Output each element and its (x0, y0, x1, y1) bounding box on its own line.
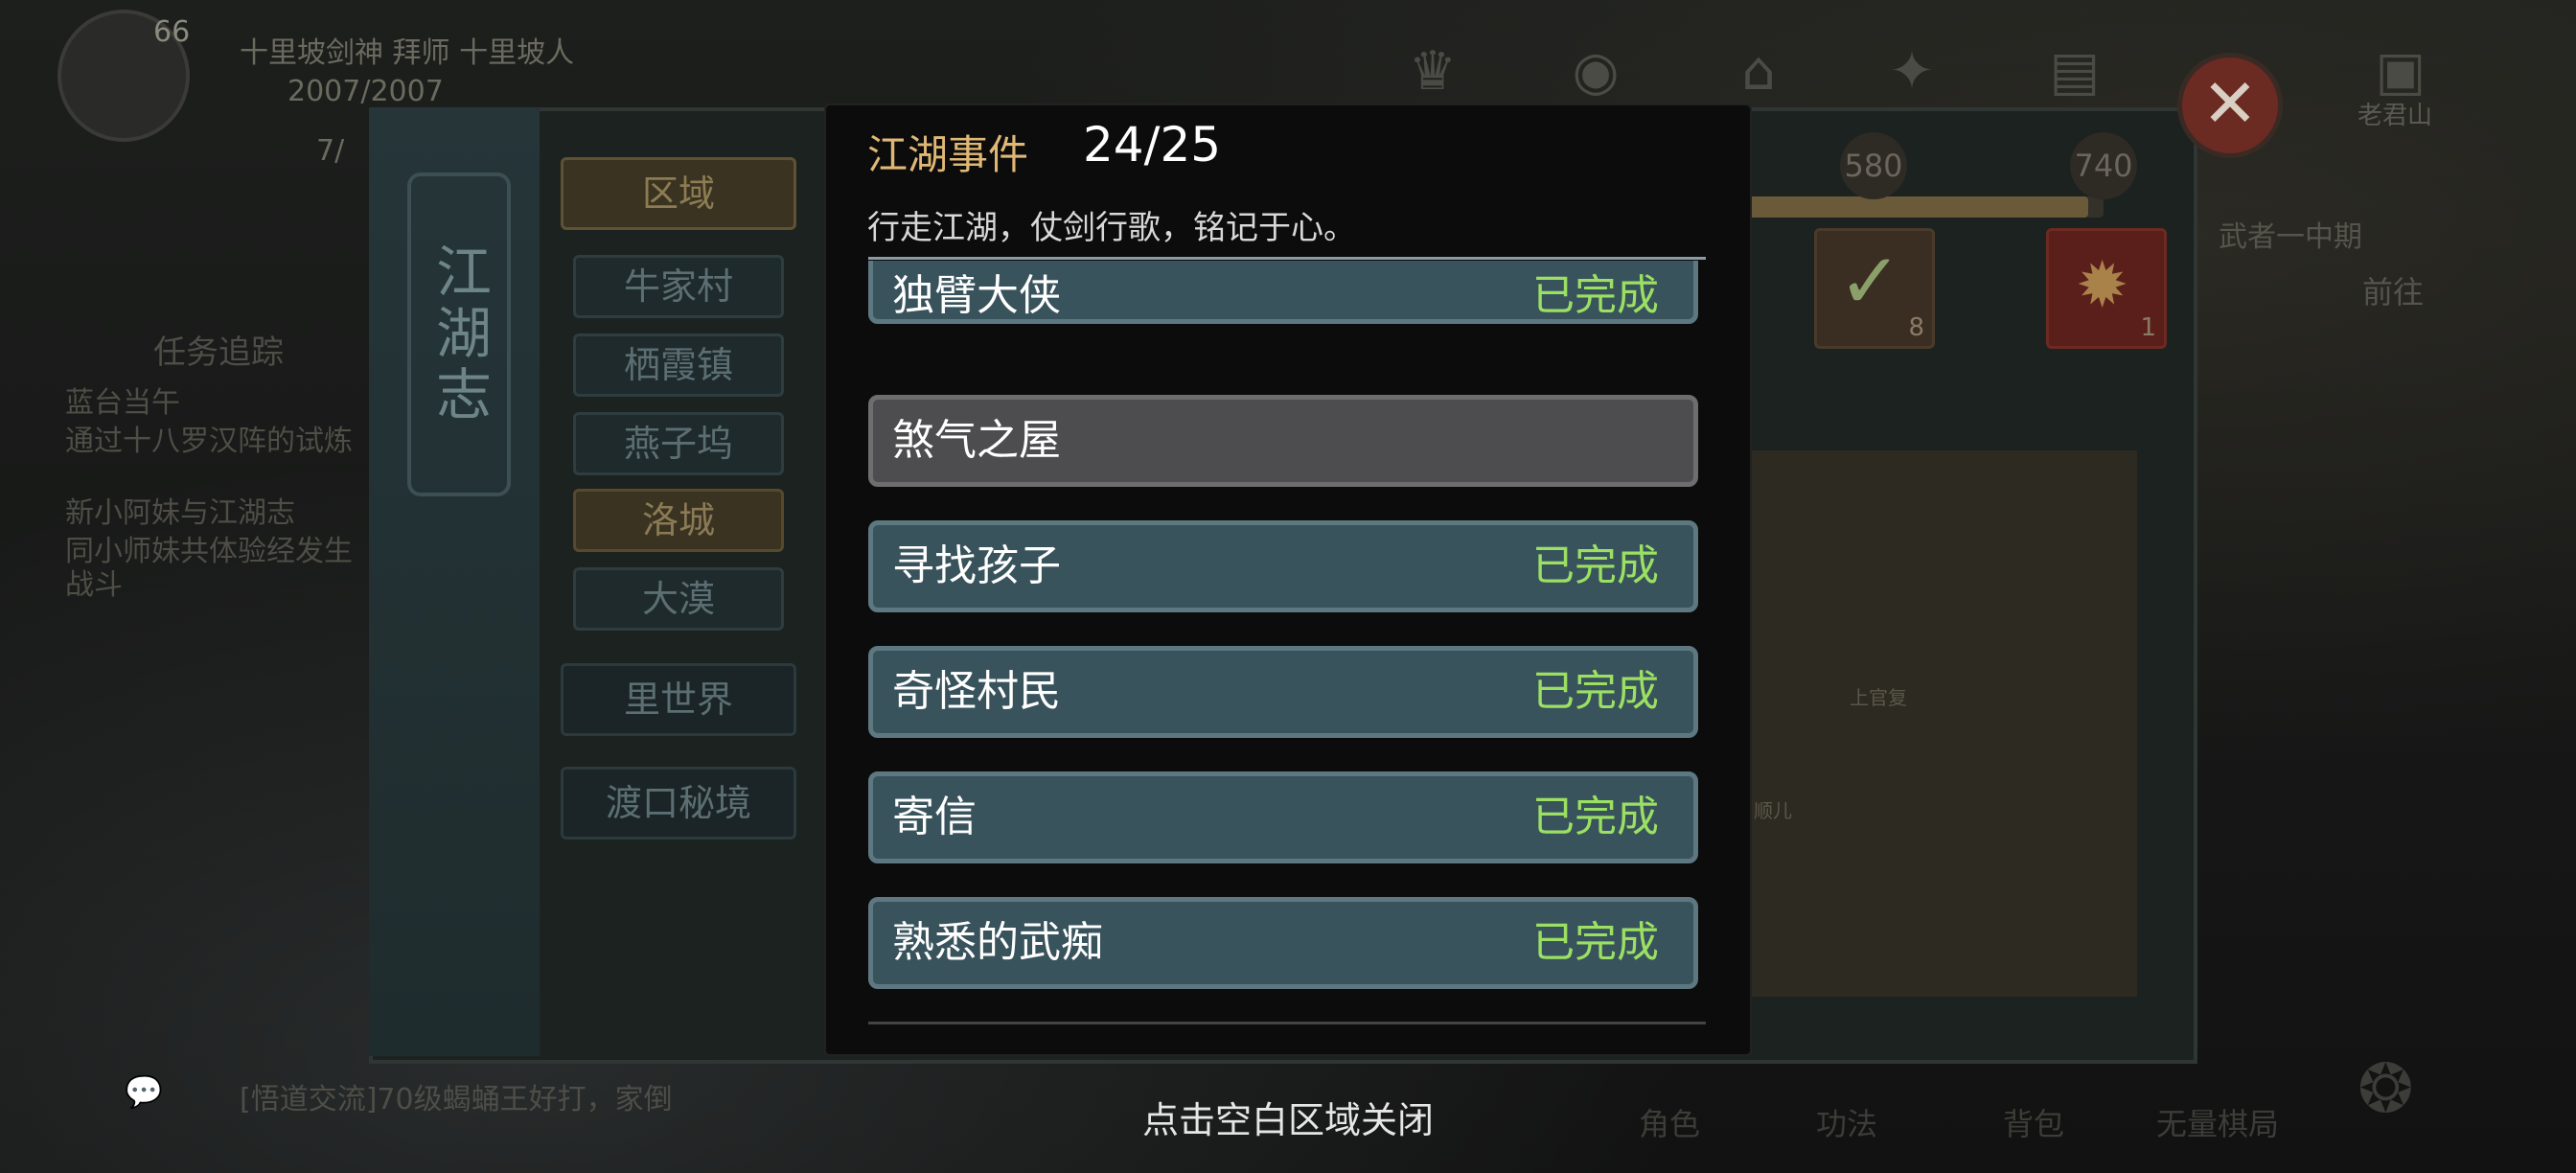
close-hint[interactable]: 点击空白区域关闭 (0, 1091, 2576, 1143)
book-title: 江湖志 (407, 172, 511, 496)
modal-subtitle: 行走江湖，仗剑行歌，铭记于心。 (867, 209, 1356, 247)
reward-count: 8 (1908, 313, 1924, 342)
tab-yanziwu[interactable]: 燕子坞 (573, 412, 784, 475)
ranking-icon[interactable]: ♛ (1399, 38, 1466, 105)
event-status: 已完成 (1532, 271, 1659, 320)
realm-label: 武者一中期 (2219, 220, 2362, 254)
event-item[interactable]: 煞气之屋 (868, 395, 1698, 487)
reward-chest[interactable]: ✹ 1 (2046, 228, 2167, 349)
event-item[interactable]: 寄信 已完成 (868, 771, 1698, 863)
quest-line: 蓝台当午 (65, 386, 180, 420)
medal-icon: ✹ (2076, 248, 2129, 322)
tab-region[interactable]: 区域 (561, 157, 796, 230)
tab-dukou-mijing[interactable]: 渡口秘境 (561, 767, 796, 840)
region-map[interactable] (1706, 450, 2137, 997)
close-book-button[interactable]: ✕ (2177, 53, 2283, 158)
milestone-marker[interactable]: 580 (1840, 132, 1907, 199)
tab-luocheng[interactable]: 洛城 (573, 489, 784, 552)
book-progress-bar (1711, 196, 2104, 218)
player-stat: 7/ (316, 134, 345, 168)
progress-fill (1711, 196, 2088, 218)
tab-damo[interactable]: 大漠 (573, 567, 784, 631)
quest-line: 新小阿妹与江湖志 (65, 496, 295, 530)
player-title: 十里坡剑神 拜师 十里坡人 (240, 36, 575, 70)
guild-icon[interactable]: ✦ (1878, 38, 1945, 105)
event-item[interactable]: 寻找孩子 已完成 (868, 520, 1698, 612)
quest-line: 通过十八罗汉阵的试炼 (65, 425, 353, 458)
event-item[interactable]: 熟悉的武痴 已完成 (868, 897, 1698, 989)
map-location-label: 老君山 (2358, 102, 2433, 130)
tab-niujiacun[interactable]: 牛家村 (573, 255, 784, 318)
check-icon: ✓ (1838, 237, 1903, 326)
event-name: 寄信 (892, 793, 977, 841)
npc-label: 顺儿 (1754, 799, 1792, 822)
event-name: 奇怪村民 (892, 667, 1061, 716)
event-status: 已完成 (1532, 793, 1659, 841)
event-name: 熟悉的武痴 (892, 918, 1103, 967)
event-name: 煞气之屋 (892, 416, 1061, 465)
event-item[interactable]: 独臂大侠 已完成 (868, 261, 1698, 324)
shop-icon[interactable]: ⌂ (1725, 38, 1792, 105)
event-item[interactable]: 奇怪村民 已完成 (868, 646, 1698, 738)
event-status: 已完成 (1532, 541, 1659, 590)
event-list[interactable]: 独臂大侠 已完成 煞气之屋 寻找孩子 已完成 奇怪村民 已完成 寄信 已完成 熟… (862, 261, 1715, 1020)
divider (868, 257, 1706, 260)
event-status: 已完成 (1532, 918, 1659, 967)
close-icon: ✕ (2201, 64, 2259, 143)
player-hp: 2007/2007 (288, 75, 444, 108)
eye-icon[interactable]: ◉ (1562, 38, 1629, 105)
event-status: 已完成 (1532, 667, 1659, 716)
event-name: 寻找孩子 (892, 541, 1061, 590)
milestone-marker[interactable]: 740 (2070, 132, 2137, 199)
reward-chest-claimed[interactable]: ✓ 8 (1814, 228, 1935, 349)
event-name: 独臂大侠 (892, 271, 1061, 320)
divider (868, 1022, 1706, 1024)
player-level: 66 (153, 15, 191, 49)
npc-label: 上官复 (1850, 686, 1907, 709)
tab-lishijie[interactable]: 里世界 (561, 663, 796, 736)
tab-qixiazhen[interactable]: 栖霞镇 (573, 334, 784, 397)
quest-tracker-header[interactable]: 任务追踪 (153, 326, 284, 373)
quest-line: 战斗 (65, 568, 123, 602)
modal-event-count: 24/25 (1083, 117, 1222, 172)
goto-button[interactable]: 前往 (2362, 268, 2424, 312)
notice-icon[interactable]: ▤ (2041, 38, 2108, 105)
modal-title: 江湖事件 (867, 131, 1029, 178)
reward-count: 1 (2140, 313, 2156, 342)
